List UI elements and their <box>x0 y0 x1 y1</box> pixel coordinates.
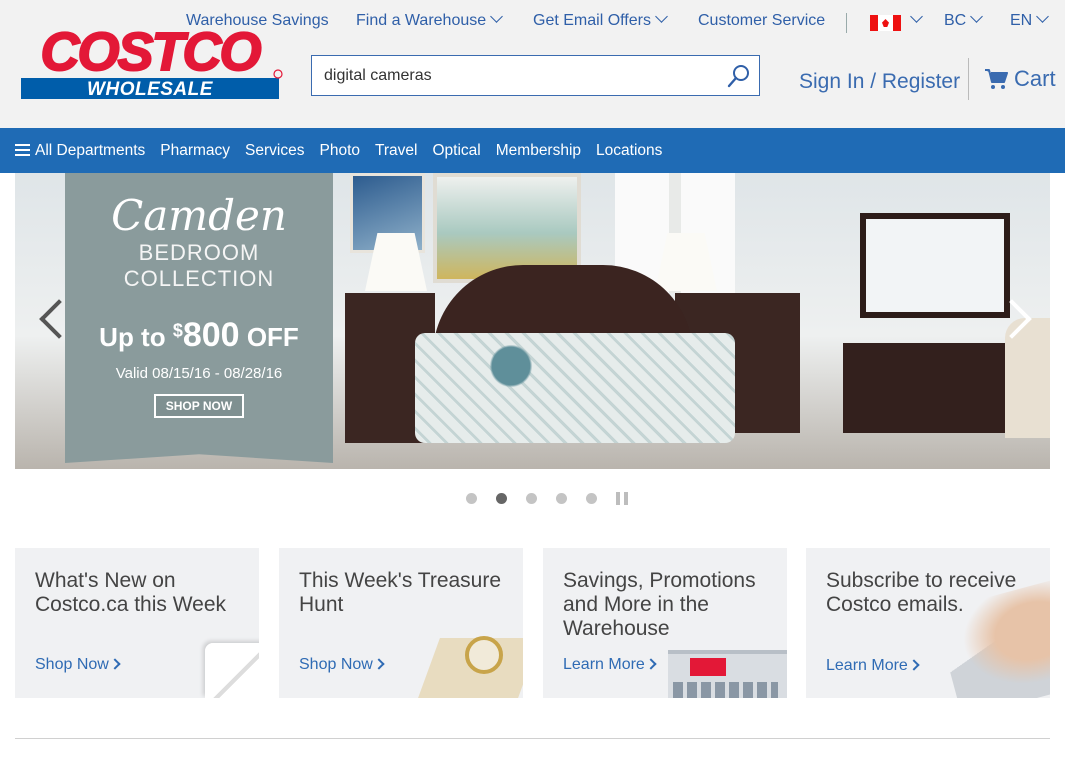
chevron-down-icon <box>490 10 504 23</box>
country-dropdown[interactable] <box>906 10 923 30</box>
language-dropdown[interactable]: EN <box>1010 10 1050 30</box>
cart-icon <box>985 69 1008 89</box>
warehouse-savings-link[interactable]: Warehouse Savings <box>186 12 329 30</box>
promo-title: Camden <box>111 191 287 240</box>
chevron-down-icon <box>910 10 923 23</box>
nav-all-departments[interactable]: All Departments <box>15 142 145 160</box>
offer-currency: $ <box>172 320 183 341</box>
svg-text:COSTCO: COSTCO <box>40 24 261 82</box>
province-label: BC <box>944 12 967 29</box>
promo-subtitle-line2: COLLECTION <box>123 266 275 291</box>
email-offers-link[interactable]: Get Email Offers <box>533 10 668 30</box>
offer-suffix: OFF <box>246 322 299 352</box>
divider <box>846 13 847 33</box>
tile-cta[interactable]: Learn More <box>563 656 657 674</box>
promo-subtitle-line1: BEDROOM <box>138 240 260 265</box>
tile-cta[interactable]: Learn More <box>826 657 920 675</box>
email-offers-label: Get Email Offers <box>533 12 651 29</box>
magnifier-icon <box>465 636 503 674</box>
chevron-right-icon <box>109 658 121 670</box>
find-warehouse-label: Find a Warehouse <box>356 12 487 29</box>
costco-logo[interactable]: COSTCO WHOLESALE <box>15 24 285 104</box>
tile-title: What's New on Costco.ca this Week <box>35 569 227 616</box>
tile-subscribe-emails[interactable]: Subscribe to receive Costco emails. Lear… <box>806 548 1050 698</box>
hero-carousel[interactable]: Camden BEDROOM COLLECTION Up to $800 OFF… <box>15 173 1050 469</box>
nav-pharmacy[interactable]: Pharmacy <box>160 142 230 160</box>
promo-valid-dates: Valid 08/15/16 - 08/28/16 <box>115 365 283 382</box>
tile-treasure-hunt[interactable]: This Week's Treasure Hunt Shop Now <box>279 548 523 698</box>
promo-banner: Camden BEDROOM COLLECTION Up to $800 OFF… <box>65 173 333 463</box>
svg-text:WHOLESALE: WHOLESALE <box>87 79 214 100</box>
divider <box>15 738 1050 739</box>
offer-prefix: Up to <box>99 322 166 352</box>
carousel-dot-active[interactable] <box>496 493 507 504</box>
tile-cta[interactable]: Shop Now <box>35 656 121 674</box>
shop-now-button[interactable]: SHOP NOW <box>153 394 245 418</box>
chevron-down-icon <box>1036 10 1050 23</box>
find-warehouse-link[interactable]: Find a Warehouse <box>356 10 504 30</box>
nav-travel[interactable]: Travel <box>375 142 418 160</box>
search-box <box>311 55 760 96</box>
warehouse-windows <box>673 682 778 698</box>
tile-warehouse-savings[interactable]: Savings, Promotions and More in the Ware… <box>543 548 787 698</box>
site-header: COSTCO WHOLESALE Warehouse Savings Find … <box>0 0 1065 128</box>
chevron-down-icon <box>970 10 984 23</box>
chevron-right-icon <box>373 658 385 670</box>
tile-cta-label: Shop Now <box>299 656 373 673</box>
customer-service-link[interactable]: Customer Service <box>698 12 825 30</box>
nav-optical[interactable]: Optical <box>433 142 481 160</box>
tile-cta-label: Learn More <box>826 657 908 674</box>
search-icon[interactable] <box>727 64 751 88</box>
hero-bedspread-image <box>415 333 735 443</box>
pause-icon[interactable] <box>616 492 628 505</box>
tile-cta-label: Shop Now <box>35 656 109 673</box>
cart-button[interactable]: Cart <box>984 66 1056 92</box>
chevron-right-icon <box>645 658 657 670</box>
canada-flag-icon[interactable] <box>870 15 901 31</box>
hero-dresser-image <box>843 343 1023 433</box>
tile-title: Savings, Promotions and More in the Ware… <box>563 569 756 640</box>
main-nav: All Departments Pharmacy Services Photo … <box>0 128 1065 173</box>
nav-membership[interactable]: Membership <box>496 142 581 160</box>
province-dropdown[interactable]: BC <box>944 10 984 30</box>
nav-photo[interactable]: Photo <box>319 142 360 160</box>
divider <box>968 58 969 100</box>
cart-label: Cart <box>1014 66 1056 91</box>
carousel-indicators <box>466 492 628 505</box>
carousel-dot[interactable] <box>466 493 477 504</box>
sign-in-register-link[interactable]: Sign In / Register <box>799 70 960 94</box>
carousel-dot[interactable] <box>586 493 597 504</box>
tile-whats-new[interactable]: What's New on Costco.ca this Week Shop N… <box>15 548 259 698</box>
search-input[interactable] <box>312 56 712 95</box>
tile-cta[interactable]: Shop Now <box>299 656 385 674</box>
chevron-right-icon <box>908 659 920 671</box>
page-curl-image <box>205 643 259 698</box>
hero-mirror-image <box>860 213 1010 318</box>
hamburger-icon <box>15 143 30 156</box>
language-label: EN <box>1010 12 1033 29</box>
offer-amount: 800 <box>182 316 240 354</box>
promo-offer: Up to $800 OFF <box>65 316 333 355</box>
carousel-dot[interactable] <box>556 493 567 504</box>
carousel-dot[interactable] <box>526 493 537 504</box>
tile-cta-label: Learn More <box>563 656 645 673</box>
chevron-down-icon <box>655 10 668 23</box>
warehouse-sign <box>690 658 726 676</box>
tile-title: This Week's Treasure Hunt <box>299 569 502 616</box>
nav-label: All Departments <box>35 141 146 159</box>
nav-locations[interactable]: Locations <box>596 142 662 160</box>
warehouse-building-image <box>668 650 787 698</box>
nav-services[interactable]: Services <box>245 142 304 160</box>
